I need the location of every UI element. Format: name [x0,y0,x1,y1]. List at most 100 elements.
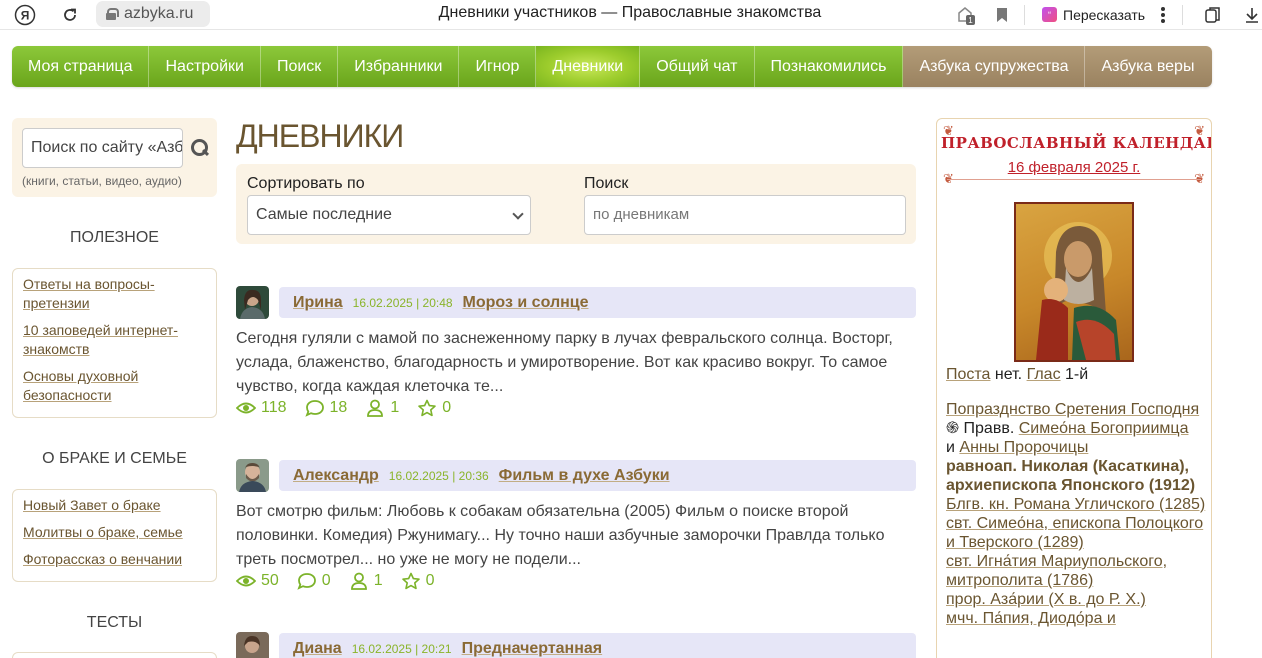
nav-met[interactable]: Познакомились [754,46,904,87]
simeon-link[interactable]: Симео́на Богоприимца [1019,420,1189,437]
anna-link[interactable]: Анны Пророчицы [959,439,1088,456]
link-wedding-photo[interactable]: Фоторассказ о венчании [23,550,206,569]
typikon-sign-icon: ֍ [946,420,960,437]
post-title[interactable]: Мороз и солнце [463,294,589,312]
nikolay-saint[interactable]: равноап. Николая (Касаткина), архиеписко… [946,458,1195,494]
calendar-date[interactable]: 16 февраля 2025 г. [941,159,1207,176]
post-excerpt: Сегодня гуляли с мамой по заснеженному п… [236,330,893,395]
download-arrow-icon[interactable] [1240,3,1262,27]
saint-icon-image[interactable] [1014,202,1134,362]
post-date: 16.02.2025 | 20:48 [352,295,453,310]
comments-stat[interactable]: 18 [304,399,348,417]
comments-count: 0 [321,572,331,589]
saints-list: Попразднство Сретения Господня ֍ Правв. … [946,400,1208,628]
nav-general-chat[interactable]: Общий чат [640,46,755,87]
azariy-link[interactable]: прор. Аза́рии (X в. до Р. Х.) [946,591,1146,608]
downloads-badge: 1 [968,16,973,25]
page-title: ДНЕВНИКИ [236,118,404,154]
nav-diaries[interactable]: Дневники [536,46,641,87]
useful-heading: ПОЛЕЗНОЕ [70,229,159,246]
star-icon [418,399,437,417]
and-word: и [946,439,955,456]
collections-icon[interactable] [1201,3,1225,27]
divider [947,179,1201,180]
post-title[interactable]: Фильм в духе Азбуки [499,467,670,485]
url-text: azbyka.ru [124,5,194,22]
favorites-stat[interactable]: 0 [401,572,435,590]
retell-button[interactable]: “ Пересказать [1034,2,1153,27]
nav-chosen[interactable]: Избранники [338,46,460,87]
link-answers[interactable]: Ответы на вопросы-претензии [23,275,206,313]
followers-stat: 1 [349,572,383,590]
star-icon [401,572,420,590]
post-date: 16.02.2025 | 20:36 [388,468,489,483]
tone-value: 1-й [1065,366,1089,383]
calendar-title: ПРАВОСЛАВНЫЙ КАЛЕНДАРЬ [941,134,1212,152]
post-title[interactable]: Предначертанная [462,640,603,658]
calendar-body: Поста нет. Глас 1-й Попразднство Сретени… [946,365,1208,628]
nav-faith-abc[interactable]: Азбука веры [1085,46,1212,87]
eye-icon [236,575,256,587]
post-header: Александр 16.02.2025 | 20:36 Фильм в дух… [279,460,916,491]
post-stats: 118 18 1 0 [236,399,451,417]
roman-link[interactable]: Блгв. кн. Романа Угличского (1285) [946,496,1205,513]
sort-label: Сортировать по [247,175,365,192]
post-header: Ирина 16.02.2025 | 20:48 Мороз и солнце [279,287,916,318]
nav-ignore[interactable]: Игнор [459,46,537,87]
nav-settings[interactable]: Настройки [149,46,261,87]
diary-search-input[interactable]: по дневникам [584,195,906,235]
toolbar-divider [1182,5,1183,25]
fast-tone-line: Поста нет. Глас 1-й [946,365,1208,384]
bookmark-icon[interactable] [990,3,1014,27]
ignatiy-link[interactable]: свт. Игна́тия Мариупольского, митрополит… [946,553,1167,589]
reload-icon[interactable] [58,3,82,27]
nav-marriage-abc[interactable]: Азбука супружества [903,46,1086,87]
avatar[interactable] [236,286,269,319]
toolbar-divider [1024,5,1025,25]
tab-title: Дневники участников — Православные знако… [438,4,822,21]
post-excerpt: Вот смотрю фильм: Любовь к собакам обяза… [236,503,885,568]
papiy-link[interactable]: мчч. Па́пия, Диодо́ра и [946,610,1116,627]
nav-search[interactable]: Поиск [260,46,339,87]
menu-kebab-icon[interactable] [1151,3,1175,27]
eye-icon [236,402,256,414]
tests-links [12,652,217,658]
site-search-input[interactable]: Поиск по сайту «Азбука веры» [22,128,183,168]
yandex-logo-icon[interactable]: Я [13,3,37,27]
views-count: 50 [261,572,279,589]
fast-link[interactable]: Поста [946,366,990,383]
downloads-icon[interactable]: 1 [953,3,977,27]
favorites-count: 0 [442,399,452,416]
feast-link[interactable]: Попразднство Сретения Господня [946,401,1199,418]
avatar[interactable] [236,459,269,492]
link-ten-commandments[interactable]: 10 заповедей интернет-знакомств [23,321,206,359]
marriage-links: Новый Завет о браке Молитвы о браке, сем… [12,489,217,582]
post-date: 16.02.2025 | 20:21 [351,641,452,656]
sort-select[interactable]: Самые последние [247,195,531,235]
search-icon[interactable] [190,138,210,158]
useful-links: Ответы на вопросы-претензии 10 заповедей… [12,268,217,418]
comments-count: 18 [329,399,348,416]
post-author[interactable]: Александр [293,467,379,485]
comments-stat[interactable]: 0 [297,572,331,590]
post-author[interactable]: Диана [293,640,342,658]
chevron-down-icon [512,208,524,220]
simeon-polotsk-link[interactable]: свт. Симео́на, епископа Полоцкого и Твер… [946,515,1203,551]
link-new-testament-marriage[interactable]: Новый Завет о браке [23,496,206,515]
post-author[interactable]: Ирина [293,294,343,312]
link-spiritual-safety[interactable]: Основы духовной безопасности [23,367,206,405]
address-bar[interactable]: azbyka.ru [96,1,210,27]
search-hint: (книги, статьи, видео, аудио) [22,174,182,188]
tone-link[interactable]: Глас [1027,366,1061,383]
avatar[interactable] [236,632,269,658]
browser-toolbar: Я azbyka.ru Дневники участников — Правос… [0,0,1262,30]
orthodox-calendar: ❦ ❦ ❦ ❦ ПРАВОСЛАВНЫЙ КАЛЕНДАРЬ 16 феврал… [936,118,1212,658]
favorites-stat[interactable]: 0 [417,399,451,417]
righteous-prefix: Правв. [963,420,1015,437]
marriage-heading: О БРАКЕ И СЕМЬЕ [42,450,187,467]
link-marriage-prayers[interactable]: Молитвы о браке, семье [23,523,206,542]
filter-panel: Сортировать по Самые последние Поиск по … [236,164,916,244]
nav-my-page[interactable]: Моя страница [12,46,150,87]
post-stats: 50 0 1 0 [236,572,435,590]
svg-text:Я: Я [21,9,30,23]
